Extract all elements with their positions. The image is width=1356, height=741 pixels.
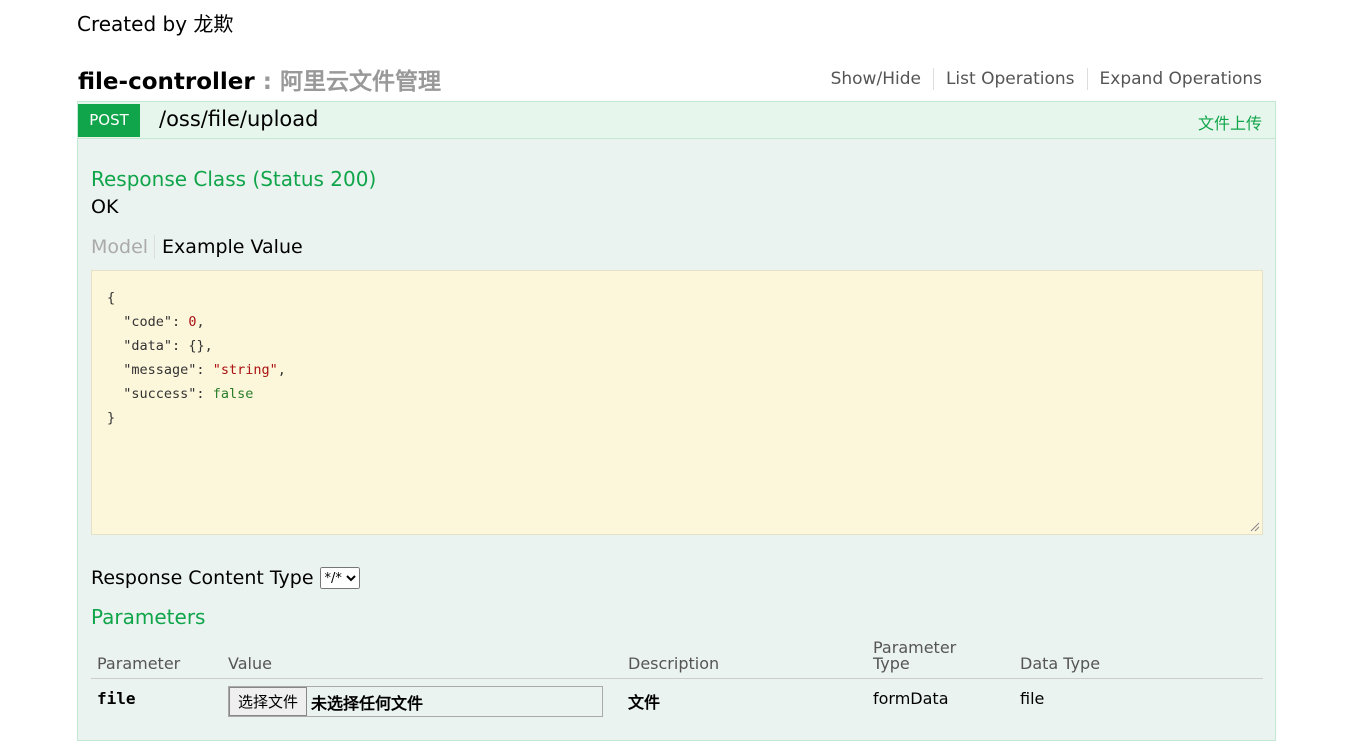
param-data-type: file	[1020, 689, 1045, 708]
column-header: Value	[222, 638, 622, 679]
response-content-type: Response Content Type */*	[91, 567, 360, 589]
operation-summary[interactable]: 文件上传	[1198, 110, 1262, 134]
parameters-heading: Parameters	[91, 605, 206, 629]
param-type: formData	[873, 689, 949, 708]
column-header: Parameter	[91, 638, 222, 679]
no-file-chosen-text: 未选择任何文件	[311, 693, 424, 713]
response-class-value: OK	[91, 196, 119, 218]
model-tabs: Model Example Value	[91, 235, 303, 259]
code-line: "code": 0,	[123, 314, 205, 330]
operation-panel: POST /oss/file/upload 文件上传 Response Clas…	[77, 101, 1276, 741]
resource-title[interactable]: file-controller : 阿里云文件管理	[78, 62, 441, 96]
response-content-type-label: Response Content Type	[91, 567, 314, 589]
column-header: Data Type	[1014, 638, 1263, 679]
tab-example-value[interactable]: Example Value	[162, 236, 303, 258]
http-method-badge[interactable]: POST	[78, 104, 140, 137]
example-value-code[interactable]: { "code": 0, "data": {}, "message": "str…	[91, 270, 1263, 535]
param-description: 文件	[628, 693, 661, 712]
parameters-table: Parameter Value Description Parameter Ty…	[91, 638, 1263, 729]
code-line: "message": "string",	[123, 362, 286, 378]
code-close-brace: }	[107, 410, 116, 426]
code-open-brace: {	[107, 290, 116, 306]
choose-file-button[interactable]: 选择文件	[229, 687, 308, 716]
expand-operations-link[interactable]: Expand Operations	[1088, 69, 1262, 89]
operation-heading[interactable]: POST /oss/file/upload 文件上传	[78, 102, 1275, 139]
response-class-heading: Response Class (Status 200)	[91, 167, 377, 191]
operation-path[interactable]: /oss/file/upload	[159, 107, 318, 131]
table-row: file 选择文件 未选择任何文件 文件 formData file	[91, 679, 1263, 730]
resource-name[interactable]: file-controller	[78, 69, 255, 95]
list-operations-link[interactable]: List Operations	[934, 69, 1087, 89]
code-line: "success": false	[123, 386, 254, 402]
code-line: "data": {},	[123, 338, 213, 354]
column-header: Parameter Type	[867, 638, 1014, 679]
resource-actions: Show/Hide List Operations Expand Operati…	[819, 68, 1262, 90]
resource-description: : 阿里云文件管理	[262, 69, 441, 95]
file-input[interactable]: 选择文件 未选择任何文件	[228, 686, 603, 717]
column-header: Description	[622, 638, 867, 679]
tab-model[interactable]: Model	[91, 236, 154, 258]
param-value-cell: 选择文件 未选择任何文件	[222, 679, 622, 730]
divider	[154, 235, 156, 259]
resource-header: file-controller : 阿里云文件管理 Show/Hide List…	[78, 60, 1264, 96]
created-by-text: Created by 龙欺	[77, 12, 234, 36]
param-name: file	[97, 689, 136, 708]
resize-handle-icon[interactable]	[1250, 522, 1260, 532]
show-hide-link[interactable]: Show/Hide	[819, 69, 933, 89]
response-content-type-select[interactable]: */*	[319, 567, 360, 589]
